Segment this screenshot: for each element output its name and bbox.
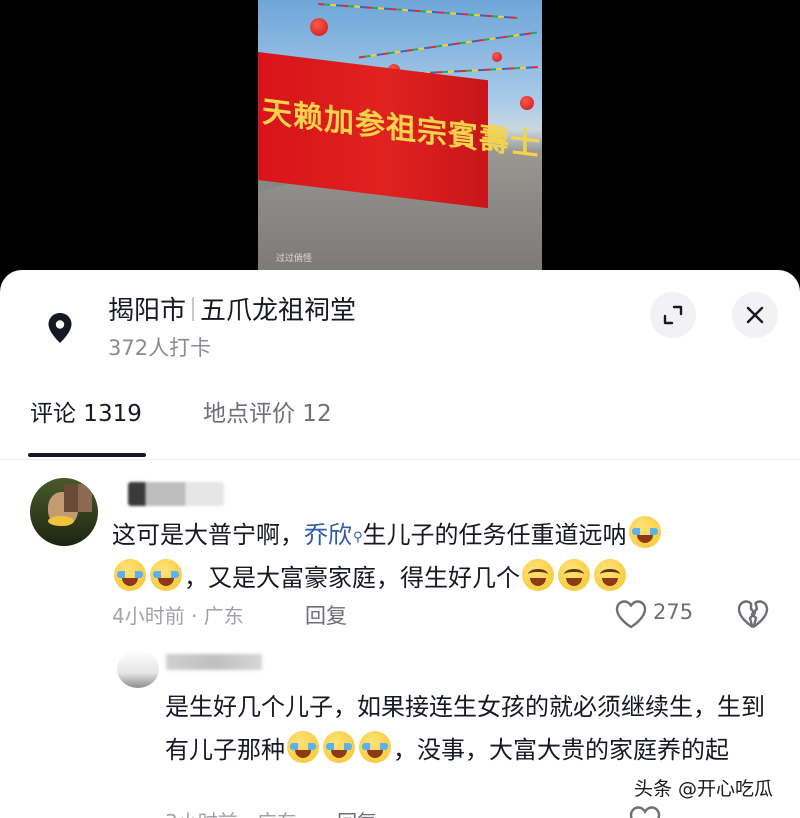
tab-location-reviews[interactable]: 地点评价 12 [203,394,332,428]
crying-emoji-icon [323,731,355,763]
crying-emoji-icon [359,731,391,763]
reply-meta: 3小时前 · 广东 回复 [165,806,525,818]
flag-string [318,3,518,19]
location-city: 揭阳市 [108,296,187,326]
avatar[interactable] [30,478,98,546]
mention-link[interactable]: 乔欣⚲ [304,521,363,549]
crying-emoji-icon [287,731,319,763]
broken-heart-icon[interactable] [736,598,770,630]
like-count: 275 [653,600,694,624]
banner-text: 天赖加参祖宗賓壽士八月 [262,94,542,172]
username-blurred[interactable] [128,482,224,506]
crying-emoji-icon [150,559,182,591]
crying-emoji-icon [114,559,146,591]
search-icon: ⚲ [353,530,363,545]
location-title[interactable]: 揭阳市 五爪龙祖祠堂 [108,290,356,327]
lantern [520,96,534,110]
tab-bar: 评论 1319 地点评价 12 [0,380,800,460]
video-area[interactable]: 天赖加参祖宗賓壽士八月 过过倘怪 [0,0,800,290]
video-watermark: 过过倘怪 [276,254,313,264]
lantern [310,18,328,36]
reply-avatar[interactable] [117,650,159,688]
close-icon [746,306,764,324]
lantern [492,52,502,62]
grimace-emoji-icon [594,559,626,591]
flag-string [358,31,538,59]
close-button[interactable] [732,292,778,338]
reply-text: 是生好几个儿子，如果接连生女孩的就必须继续生，生到有儿子那种 ，没事，大富大贵的家… [165,686,775,772]
reply-text-part: ，没事，大富大贵的家庭养的起 [393,736,729,764]
grimace-emoji-icon [522,559,554,591]
location-sheet: 揭阳市 五爪龙祖祠堂 372人打卡 评论 1319 地点评价 12 这可是大普宁… [0,270,800,818]
crying-emoji-icon [628,516,661,548]
grimace-emoji-icon [558,559,590,591]
location-place: 五爪龙祖祠堂 [200,296,357,326]
comment-text-part: ，又是大富豪家庭，得生好几个 [184,564,520,592]
avatar-beak [48,516,74,526]
mention-name: 乔欣 [304,521,352,549]
location-pin-icon [42,310,78,346]
title-divider [192,296,195,321]
source-watermark: 头条 @开心吃瓜 [634,778,774,800]
reply-button[interactable]: 回复 [305,600,347,630]
expand-button[interactable] [650,292,696,338]
active-tab-indicator [28,453,146,457]
reply-username-blurred[interactable] [166,654,262,670]
comment-meta: 4小时前 · 广东 [112,604,244,628]
heart-icon[interactable] [628,804,662,818]
comment-text-part: 这可是大普宁啊， [112,521,304,549]
comment-text: 这可是大普宁啊，乔欣⚲生儿子的任务任重道远呐 ，又是大富豪家庭，得生好几个 [112,514,772,600]
tab-comments[interactable]: 评论 1319 [30,394,142,428]
checkin-count: 372人打卡 [108,336,212,360]
avatar-mosaic [64,484,92,512]
expand-icon [663,305,683,325]
comment-text-part: 生儿子的任务任重道远呐 [362,521,627,549]
reply-meta-text: 3小时前 · 广东 [165,810,297,818]
reply-reply-button[interactable]: 回复 [337,810,377,818]
video-thumbnail[interactable]: 天赖加参祖宗賓壽士八月 过过倘怪 [258,0,542,270]
heart-icon[interactable] [614,598,648,630]
